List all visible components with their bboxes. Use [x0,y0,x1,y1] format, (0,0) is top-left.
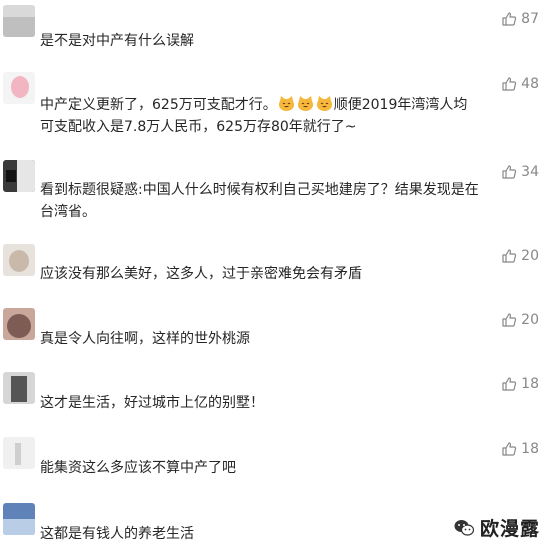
thumbs-up-icon [502,442,517,456]
comment-text: 中产定义更新了，625万可支配才行。 顺便2019年湾湾人均可支配收入是7.8万人… [40,94,480,138]
comment-text: 应该没有那么美好，这多人，过于亲密难免会有矛盾 [40,266,362,282]
like-count: 48 [521,76,539,92]
like-button[interactable]: 20 [501,246,539,266]
like-button[interactable]: 48 [501,74,539,94]
like-count: 18 [521,441,539,457]
thumbs-up-icon [502,313,517,327]
comment-text: 真是令人向往啊，这样的世外桃源 [40,331,250,347]
avatar[interactable] [3,72,35,104]
watermark-text: 欧漫露 [479,518,540,540]
like-count: 18 [521,376,539,392]
thumbs-up-icon [502,377,517,391]
avatar[interactable] [3,308,35,340]
like-count: 34 [521,164,539,180]
thumbs-up-icon [502,77,517,91]
thumbs-up-icon [502,12,517,26]
like-count: 20 [521,312,539,328]
like-button[interactable]: 87 [501,9,539,29]
avatar[interactable] [3,503,35,535]
like-count: 20 [521,248,539,264]
watermark: 欧漫露 [454,514,540,541]
like-button[interactable]: 34 [501,162,539,182]
like-count: 87 [521,11,539,27]
comment-text: 看到标题很疑惑:中国人什么时候有权利自己买地建房了？结果发现是在台湾省。 [40,182,479,220]
avatar[interactable] [3,437,35,469]
wechat-icon [454,519,474,536]
avatar[interactable] [3,160,35,192]
avatar[interactable] [3,372,35,404]
comment-text: 是不是对中产有什么误解 [40,33,194,49]
like-button[interactable]: 18 [501,374,539,394]
avatar[interactable] [3,244,35,276]
comment-text-part: 中产定义更新了，625万可支配才行。 [40,97,277,113]
grinning-cat-emoji [277,96,334,113]
like-button[interactable]: 18 [501,439,539,459]
comment-text: 这才是生活，好过城市上亿的别墅！ [40,395,264,411]
thumbs-up-icon [502,165,517,179]
avatar[interactable] [3,5,35,37]
comment-text: 能集资这么多应该不算中产了吧 [40,460,236,476]
like-button[interactable]: 20 [501,310,539,330]
comment-text: 这都是有钱人的养老生活 [40,526,194,542]
thumbs-up-icon [502,249,517,263]
